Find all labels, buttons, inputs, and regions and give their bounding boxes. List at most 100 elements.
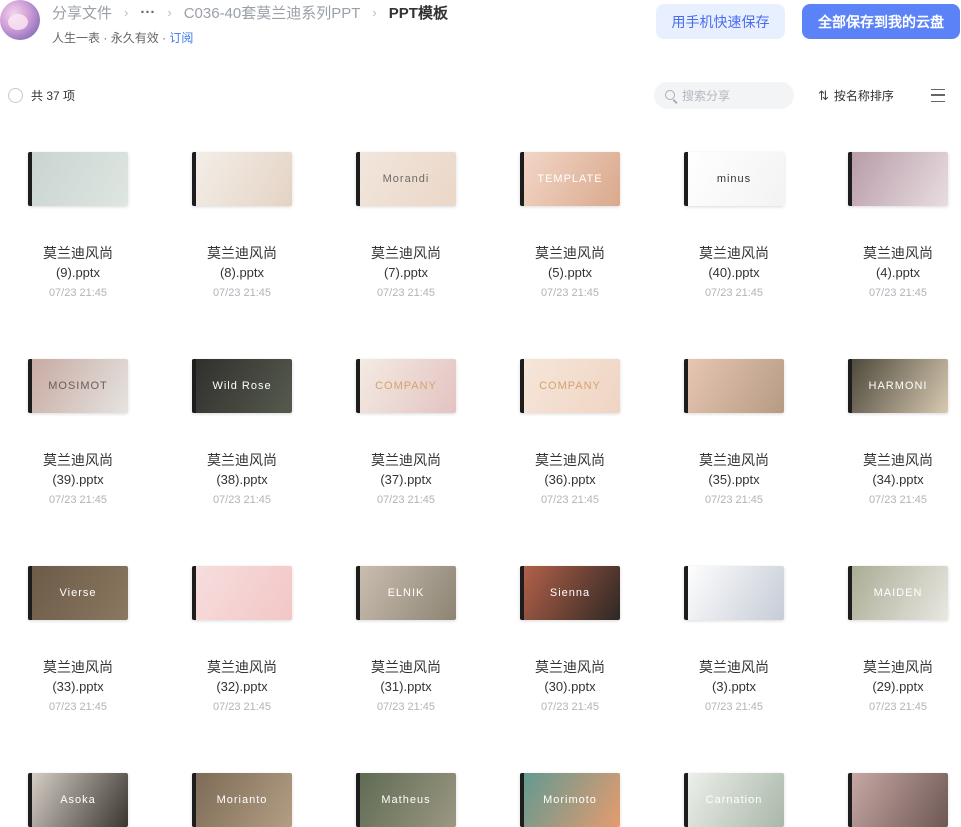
select-all[interactable]: 共 37 项 <box>8 87 75 104</box>
file-name-line2: (37).pptx <box>380 472 432 487</box>
file-name-line1: 莫兰迪风尚 <box>43 245 113 261</box>
file-thumbnail[interactable]: COMPANY <box>356 359 456 413</box>
list-view-icon[interactable] <box>931 89 945 102</box>
file-thumbnail[interactable]: Vierse <box>28 566 128 620</box>
file-thumbnail[interactable]: Sienna <box>520 566 620 620</box>
chevron-right-icon: › <box>372 4 377 20</box>
file-thumbnail[interactable] <box>848 152 948 206</box>
file-thumbnail[interactable]: MOSIMOT <box>28 359 128 413</box>
thumbnail-title: Sienna <box>549 587 591 599</box>
thumbnail-title: COMPANY <box>539 380 601 392</box>
breadcrumb: 分享文件 › ··· › C036-40套莫兰迪系列PPT › PPT模板 <box>52 2 448 22</box>
file-name-line1: 莫兰迪风尚 <box>863 245 933 261</box>
file-date: 07/23 21:45 <box>48 701 108 713</box>
file-name-line2: (9).pptx <box>55 265 101 280</box>
file-name-line2: (29).pptx <box>872 679 924 694</box>
breadcrumb-shared-files[interactable]: 分享文件 <box>52 2 112 23</box>
file-date: 07/23 21:45 <box>868 494 928 506</box>
breadcrumb-more[interactable]: ··· <box>140 4 155 21</box>
chevron-right-icon: › <box>124 4 129 20</box>
sort-label: 按名称排序 <box>833 89 894 103</box>
phone-save-button[interactable]: 用手机快速保存 <box>656 4 785 39</box>
file-name-line2: (5).pptx <box>547 265 593 280</box>
file-thumbnail[interactable]: minus <box>684 152 784 206</box>
file-name-line1: 莫兰迪风尚 <box>371 659 441 675</box>
file-thumbnail[interactable] <box>684 566 784 620</box>
file-name-line2: (31).pptx <box>380 679 432 694</box>
file-thumbnail[interactable]: TEMPLATE <box>520 152 620 206</box>
file-date: 07/23 21:45 <box>540 494 600 506</box>
file-thumbnail[interactable]: Morandi <box>356 152 456 206</box>
file-name-line2: (7).pptx <box>383 265 429 280</box>
page-title: PPT模板 <box>388 4 448 22</box>
file-date: 07/23 21:45 <box>376 701 436 713</box>
avatar[interactable] <box>0 0 40 40</box>
file-date: 07/23 21:45 <box>704 287 764 299</box>
file-name-line1: 莫兰迪风尚 <box>207 452 277 468</box>
save-all-button[interactable]: 全部保存到我的云盘 <box>802 4 960 39</box>
file-thumbnail[interactable] <box>192 152 292 206</box>
file-name-line1: 莫兰迪风尚 <box>699 452 769 468</box>
share-user: 人生一表 <box>52 31 101 45</box>
file-name-line1: 莫兰迪风尚 <box>43 659 113 675</box>
file-thumbnail[interactable] <box>848 773 948 827</box>
file-date: 07/23 21:45 <box>868 701 928 713</box>
file-name-line1: 莫兰迪风尚 <box>371 452 441 468</box>
file-thumbnail[interactable]: MAIDEN <box>848 566 948 620</box>
file-date: 07/23 21:45 <box>704 701 764 713</box>
thumbnail-title: Morianto <box>216 794 268 806</box>
file-name-line1: 莫兰迪风尚 <box>699 245 769 261</box>
thumbnail-title: Asoka <box>60 794 96 806</box>
file-name-line2: (35).pptx <box>708 472 760 487</box>
file-thumbnail[interactable]: COMPANY <box>520 359 620 413</box>
thumbnail-title: Morimoto <box>543 794 597 806</box>
file-thumbnail[interactable] <box>192 566 292 620</box>
file-name-line2: (30).pptx <box>544 679 596 694</box>
file-thumbnail[interactable]: Morimoto <box>520 773 620 827</box>
file-name-line2: (38).pptx <box>216 472 268 487</box>
thumbnail-title: Wild Rose <box>212 380 272 392</box>
file-name-line1: 莫兰迪风尚 <box>371 245 441 261</box>
thumbnail-title: Morandi <box>382 173 430 185</box>
file-name-line2: (40).pptx <box>708 265 760 280</box>
breadcrumb-folder[interactable]: C036-40套莫兰迪系列PPT <box>184 2 361 23</box>
file-thumbnail[interactable] <box>28 152 128 206</box>
file-name-line1: 莫兰迪风尚 <box>43 452 113 468</box>
file-thumbnail[interactable]: Matheus <box>356 773 456 827</box>
share-validity: 永久有效 <box>110 31 159 45</box>
thumbnail-title: TEMPLATE <box>537 173 603 185</box>
file-thumbnail[interactable]: Carnation <box>684 773 784 827</box>
sort-button[interactable]: ⇅ 按名称排序 <box>818 87 894 104</box>
thumbnail-title: minus <box>716 173 752 185</box>
file-date: 07/23 21:45 <box>212 701 272 713</box>
file-thumbnail[interactable]: Asoka <box>28 773 128 827</box>
file-name-line1: 莫兰迪风尚 <box>535 245 605 261</box>
file-thumbnail[interactable]: Wild Rose <box>192 359 292 413</box>
file-name-line1: 莫兰迪风尚 <box>699 659 769 675</box>
file-thumbnail[interactable]: HARMONI <box>848 359 948 413</box>
file-name-line2: (34).pptx <box>872 472 924 487</box>
thumbnail-title: MAIDEN <box>873 587 923 599</box>
file-thumbnail[interactable] <box>684 359 784 413</box>
search-placeholder: 搜索分享 <box>682 89 731 103</box>
file-date: 07/23 21:45 <box>376 494 436 506</box>
file-date: 07/23 21:45 <box>540 701 600 713</box>
file-name-line2: (39).pptx <box>52 472 104 487</box>
search-icon <box>665 89 677 102</box>
subscribe-link[interactable]: 订阅 <box>169 31 193 45</box>
select-all-checkbox[interactable] <box>8 88 23 103</box>
file-name-line1: 莫兰迪风尚 <box>863 659 933 675</box>
file-date: 07/23 21:45 <box>868 287 928 299</box>
file-name-line2: (8).pptx <box>219 265 265 280</box>
thumbnail-title: MOSIMOT <box>48 380 108 392</box>
file-date: 07/23 21:45 <box>212 494 272 506</box>
thumbnail-title: HARMONI <box>868 380 928 392</box>
file-name-line1: 莫兰迪风尚 <box>207 245 277 261</box>
file-date: 07/23 21:45 <box>704 494 764 506</box>
file-date: 07/23 21:45 <box>48 494 108 506</box>
file-thumbnail[interactable]: Morianto <box>192 773 292 827</box>
file-thumbnail[interactable]: ELNIK <box>356 566 456 620</box>
file-date: 07/23 21:45 <box>48 287 108 299</box>
search-input[interactable]: 搜索分享 <box>654 82 794 109</box>
file-name-line1: 莫兰迪风尚 <box>535 452 605 468</box>
